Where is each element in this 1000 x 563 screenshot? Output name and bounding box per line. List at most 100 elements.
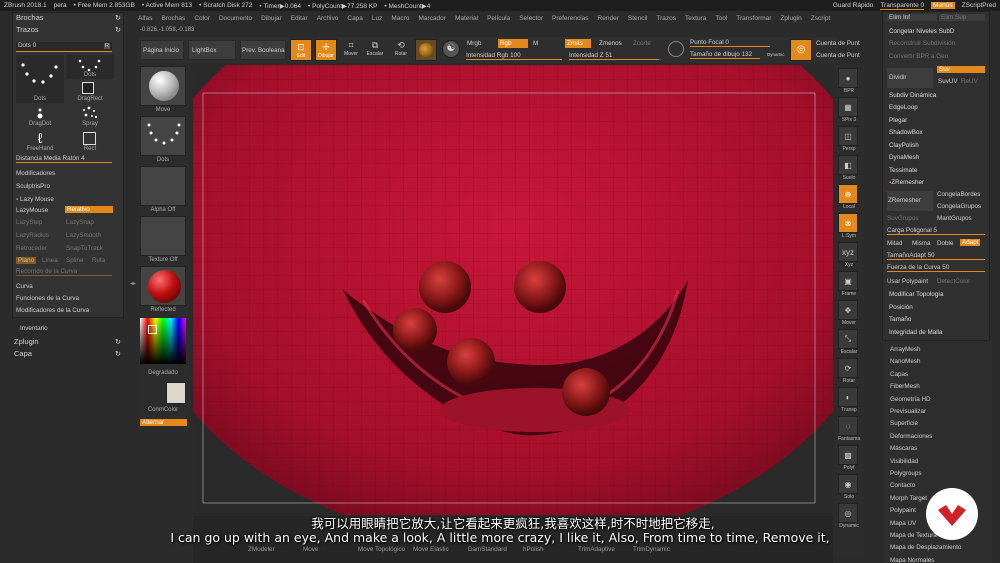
strokes-toggle-icon[interactable]: ↻ <box>115 26 121 34</box>
spline-toggle[interactable]: Spline <box>66 257 84 264</box>
plane-toggle[interactable]: Plano <box>16 257 37 264</box>
convert-bpr-button[interactable]: Convertir BPR a Geo <box>889 53 948 60</box>
tool-l-sym-button[interactable]: ⊗ <box>838 213 858 233</box>
poly-load-slider[interactable]: Carga Poligonal 5 <box>887 227 985 235</box>
edgeloop-menu[interactable]: EdgeLoop <box>889 104 918 111</box>
curve-modifiers-menu[interactable]: Modificadores de la Curva <box>16 307 89 314</box>
subpalette-item[interactable]: Polygroups <box>890 470 922 477</box>
subpalette-item[interactable]: FiberMesh <box>890 383 920 390</box>
subpalette-item[interactable]: NanoMesh <box>890 358 920 365</box>
lazyradius-slider[interactable]: LazyRadius <box>16 232 49 239</box>
bottom-brush[interactable]: Move Elastic <box>413 546 449 553</box>
menu-item-5[interactable]: Editar <box>291 15 308 22</box>
menu-item-15[interactable]: Render <box>598 15 619 22</box>
mouse-avg-slider[interactable]: Distancia Media Ratón 4 <box>16 155 112 163</box>
dragrect-icon[interactable] <box>82 82 94 94</box>
zcut-button[interactable]: Zcorte <box>633 40 651 47</box>
tool-escalar-button[interactable]: ⤡ <box>838 329 858 349</box>
subpalette-item[interactable]: Polypaint <box>890 507 916 514</box>
edit-button[interactable]: ⊡ Edit <box>290 39 312 61</box>
tool-fantasma-button[interactable]: ◌ <box>838 416 858 436</box>
quicksave-button[interactable]: Guard Rápido <box>833 2 873 9</box>
zsub-button[interactable]: Zmenos <box>599 40 622 47</box>
subpalette-item[interactable]: Superficie <box>890 420 918 427</box>
subpalette-item[interactable]: Máscaras <box>890 445 917 452</box>
dynamic-subdiv-menu[interactable]: Subdiv Dinámica <box>889 92 936 99</box>
strokes-header[interactable]: Trazos <box>16 25 39 34</box>
menu-item-8[interactable]: Luz <box>372 15 382 22</box>
m-button[interactable]: M <box>533 40 538 47</box>
path-toggle[interactable]: Ruta <box>92 257 105 264</box>
dots-slider[interactable]: Dots 0 <box>16 42 112 52</box>
rgb-intensity-slider[interactable]: Intensidad Rgb 100 <box>466 52 562 60</box>
freeze-groups-toggle[interactable]: CongelaGrupos <box>937 203 981 210</box>
half-button[interactable]: Mitad <box>887 240 902 247</box>
subpalette-item[interactable]: Deformaciones <box>890 433 932 440</box>
rect-icon[interactable] <box>83 132 96 145</box>
smooth-groups-toggle[interactable]: SuvGrupos <box>887 215 919 222</box>
tool-rotar-button[interactable]: ⟳ <box>838 358 858 378</box>
menu-item-3[interactable]: Documento <box>219 15 252 22</box>
scale-button[interactable]: ⧉ Escalar <box>366 40 384 57</box>
tool-solo-button[interactable]: ◉ <box>838 474 858 494</box>
lazystep-slider[interactable]: LazyStep <box>16 219 42 226</box>
claypolish-menu[interactable]: ClayPolish <box>889 142 919 149</box>
tool-xyz-button[interactable]: xyz <box>838 242 858 262</box>
zplugin-toggle-icon[interactable]: ↻ <box>115 338 121 346</box>
menu-item-11[interactable]: Material <box>455 15 478 22</box>
reconstruct-subdiv-button[interactable]: Reconstruir Subdivisión <box>889 40 955 47</box>
rotate-button[interactable]: ⟲ Rotar <box>392 40 410 57</box>
menu-item-19[interactable]: Tool <box>715 15 727 22</box>
menu-item-20[interactable]: Transformar <box>736 15 771 22</box>
viewport-canvas[interactable] <box>193 65 833 515</box>
fold-menu[interactable]: Plegar <box>889 117 907 124</box>
curve-menu[interactable]: Curva <box>16 283 33 290</box>
suv-toggle[interactable]: SuvUV <box>938 78 958 85</box>
subpalette-item[interactable]: ArrayMesh <box>890 346 920 353</box>
size-menu[interactable]: Tamaño <box>889 316 911 323</box>
texture-thumb[interactable] <box>140 216 186 256</box>
menu-item-1[interactable]: Brochas <box>161 15 185 22</box>
subpalette-item[interactable]: Morph Target <box>890 495 927 502</box>
menu-item-14[interactable]: Preferencias <box>552 15 589 22</box>
home-page-button[interactable]: Página Inicio <box>140 40 184 60</box>
position-menu[interactable]: Posición <box>889 304 913 311</box>
subpalette-item[interactable]: Mapa Normales <box>890 557 934 563</box>
detect-color-slider[interactable]: DetectColor <box>937 278 970 285</box>
stroke-thumb[interactable] <box>140 116 186 156</box>
subpalette-item[interactable]: Capas <box>890 371 908 378</box>
brushes-toggle-icon[interactable]: ↻ <box>115 14 121 22</box>
line-toggle[interactable]: Línea <box>42 257 58 264</box>
lazy-mouse-header[interactable]: ▪ Lazy Mouse <box>16 196 54 203</box>
tool-mover-button[interactable]: ✥ <box>838 300 858 320</box>
zremesher-header[interactable]: ▪ZRemesher <box>889 179 924 186</box>
menu-item-21[interactable]: Zplugin <box>780 15 801 22</box>
curve-functions-menu[interactable]: Funciones de la Curva <box>16 295 79 302</box>
subpalette-item[interactable]: Geometría HD <box>890 396 931 403</box>
smt-toggle[interactable]: Suv <box>937 66 985 73</box>
material-thumb[interactable] <box>140 266 186 306</box>
reuv-toggle[interactable]: ReUV <box>961 78 978 85</box>
relative-toggle[interactable]: Relativo <box>65 206 113 213</box>
menu-item-6[interactable]: Archivo <box>317 15 339 22</box>
mrgb-button[interactable]: Mrgb <box>467 40 481 47</box>
brush-thumb[interactable] <box>140 66 186 106</box>
layer-toggle-icon[interactable]: ↻ <box>115 350 121 358</box>
use-polypaint-toggle[interactable]: Usar Polypaint <box>887 278 928 285</box>
draw-size-icon[interactable]: ◎ <box>790 39 812 61</box>
subpalette-item[interactable]: Mapa UV <box>890 520 916 527</box>
brushes-header[interactable]: Brochas <box>16 13 44 22</box>
delete-higher-button[interactable]: Elim Sup <box>939 14 985 21</box>
modifiers-menu[interactable]: Modificadores <box>16 170 55 177</box>
backtrack-toggle[interactable]: Retroceder <box>16 245 47 252</box>
keep-groups-toggle[interactable]: MantGrupos <box>937 215 972 222</box>
lazysnap-slider[interactable]: LazySnap <box>66 219 94 226</box>
transparency-slider[interactable]: Transparente 0 <box>880 2 925 10</box>
rgb-button[interactable]: Rgb <box>498 39 528 48</box>
bottom-brush[interactable]: TrimDynamic <box>633 546 670 553</box>
bottom-brush[interactable]: TrimAdaptive <box>578 546 615 553</box>
menu-item-22[interactable]: Zscript <box>811 15 831 22</box>
gradient-label[interactable]: Degradado <box>140 370 186 376</box>
subpalette-item[interactable]: Previsualizar <box>890 408 926 415</box>
lightbox-button[interactable]: LightBox <box>188 40 236 60</box>
